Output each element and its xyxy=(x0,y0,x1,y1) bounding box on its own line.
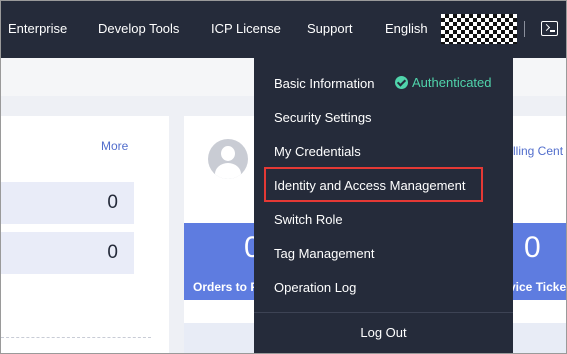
stat-value: 0 xyxy=(107,192,118,213)
menu-identity-access-management[interactable]: Identity and Access Management xyxy=(274,178,466,193)
logout-button[interactable]: Log Out xyxy=(254,325,513,340)
nav-divider xyxy=(524,21,525,37)
menu-my-credentials[interactable]: My Credentials xyxy=(274,144,361,159)
menu-switch-role[interactable]: Switch Role xyxy=(274,212,343,227)
stat-value: 0 xyxy=(107,242,118,263)
nav-develop-tools[interactable]: Develop Tools xyxy=(98,21,179,36)
billing-center-link[interactable]: lling Cent xyxy=(513,144,563,158)
menu-tag-management[interactable]: Tag Management xyxy=(274,246,374,261)
nav-icp-license[interactable]: ICP License xyxy=(211,21,281,36)
stat-row[interactable]: 0 xyxy=(1,182,134,224)
console-icon[interactable] xyxy=(541,21,558,36)
divider xyxy=(1,337,151,338)
orders-label: Orders to P xyxy=(193,280,259,294)
menu-operation-log[interactable]: Operation Log xyxy=(274,280,356,295)
menu-basic-information[interactable]: Basic Information xyxy=(274,76,374,91)
more-link[interactable]: More xyxy=(101,139,128,153)
nav-language[interactable]: English xyxy=(385,21,428,36)
tickets-label: vice Ticke xyxy=(509,280,567,294)
account-avatar-redacted[interactable] xyxy=(441,14,517,44)
user-avatar-icon xyxy=(208,139,248,179)
stat-row[interactable]: 0 xyxy=(1,232,134,274)
authentication-status: Authenticated xyxy=(395,75,492,90)
account-dropdown-menu: Basic Information Authenticated Security… xyxy=(254,58,513,353)
tickets-count: 0 xyxy=(524,231,541,264)
service-tickets-tile[interactable]: 0 vice Ticke xyxy=(506,223,567,300)
authenticated-label: Authenticated xyxy=(412,75,492,90)
top-navigation: Enterprise Develop Tools ICP License Sup… xyxy=(1,1,566,58)
nav-support[interactable]: Support xyxy=(307,21,353,36)
page: More 0 0 lling Cent 0 Orders to P 0 vice… xyxy=(0,0,567,354)
check-circle-icon xyxy=(395,76,408,89)
orders-tile[interactable]: 0 Orders to P xyxy=(184,223,259,300)
menu-security-settings[interactable]: Security Settings xyxy=(274,110,372,125)
nav-enterprise[interactable]: Enterprise xyxy=(8,21,67,36)
menu-divider xyxy=(254,312,513,313)
